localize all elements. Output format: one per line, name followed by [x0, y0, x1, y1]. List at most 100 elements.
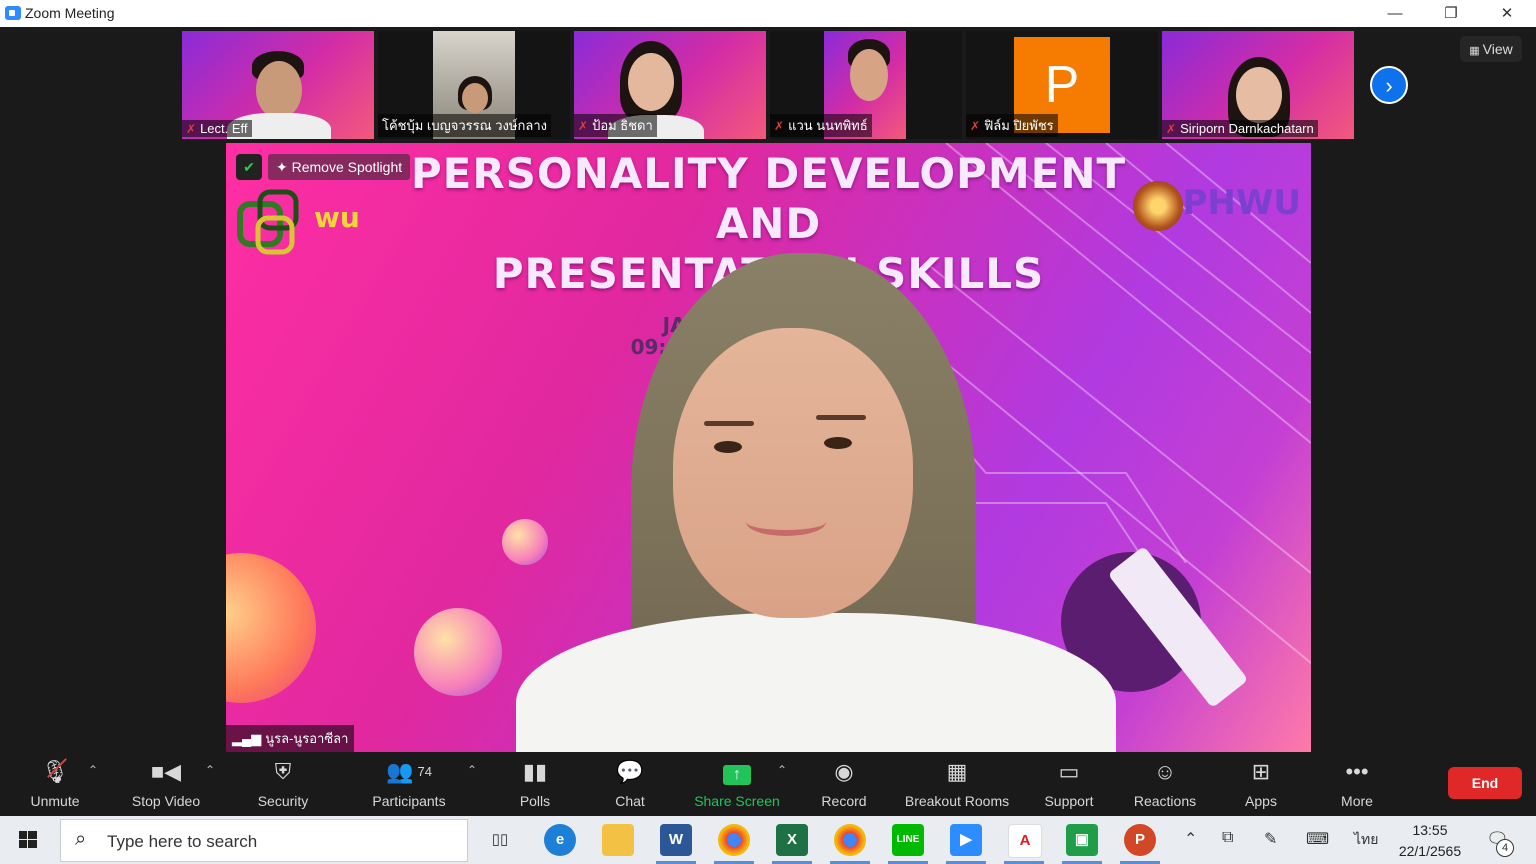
participant-name: โค้ชบุ้ม เบญจวรรณ วงษ์กลาง: [378, 114, 551, 137]
security-shield-icon: ⛨: [274, 759, 292, 784]
zoom-logo-icon: [5, 6, 21, 20]
sheets-icon[interactable]: ▣: [1066, 824, 1098, 856]
speaker-eye: [824, 437, 852, 449]
minimize-button[interactable]: —: [1367, 0, 1423, 27]
share-screen-arrow-icon: ↑: [690, 753, 784, 785]
security-label: Security: [257, 793, 309, 809]
view-button[interactable]: ▦ View: [1460, 36, 1522, 62]
participant-name-text: Siriporn Darnkachatarn: [1180, 121, 1314, 136]
participant-name: ✗ Lect. Eff: [182, 120, 252, 137]
security-button[interactable]: ⛨ Security: [248, 753, 318, 814]
file-explorer-icon[interactable]: [602, 824, 634, 856]
breakout-rooms-button[interactable]: ▦ Breakout Rooms: [900, 753, 1014, 814]
more-button[interactable]: ••• More: [1330, 753, 1384, 814]
participant-name-text: แวน นนทพิทธ์: [788, 118, 868, 133]
share-screen-button[interactable]: ↑ Share Screen: [690, 753, 784, 814]
taskbar-search-box[interactable]: ⌕ Type here to search: [60, 819, 468, 862]
speaker-brow: [816, 415, 866, 420]
participant-tile[interactable]: P ✗ ฟิล์ม ปิยพัชร: [966, 31, 1158, 139]
stop-video-button[interactable]: ■◀ Stop Video: [124, 753, 208, 814]
participants-icon: 👥 74: [386, 759, 432, 784]
apps-icon: ⊞: [1251, 759, 1271, 784]
powerpoint-icon[interactable]: P: [1124, 824, 1156, 856]
speaker-mouth: [746, 508, 826, 536]
participant-tile[interactable]: ✗ Siriporn Darnkachatarn: [1162, 31, 1354, 139]
chat-label: Chat: [615, 793, 645, 809]
close-button[interactable]: ✕: [1479, 0, 1535, 27]
chat-button[interactable]: 💬 Chat: [600, 753, 660, 814]
participant-tile[interactable]: ✗ ป้อม ธิชดา: [574, 31, 766, 139]
record-icon: ◉: [834, 759, 854, 784]
reactions-label: Reactions: [1133, 793, 1197, 809]
participant-name-text: โค้ชบุ้ม เบญจวรรณ วงษ์กลาง: [382, 118, 547, 133]
share-options-chevron-icon[interactable]: ⌃: [777, 763, 787, 777]
audio-options-chevron-icon[interactable]: ⌃: [88, 763, 98, 777]
end-meeting-button[interactable]: End: [1448, 767, 1522, 799]
apps-button[interactable]: ⊞ Apps: [1236, 753, 1286, 814]
speaker-brow: [704, 421, 754, 426]
windows-taskbar: ⌕ Type here to search ▯▯ e W X LINE ▶ A …: [0, 816, 1536, 864]
support-cast-icon: ▭: [1058, 759, 1080, 784]
participant-name-text: ป้อม ธิชดา: [592, 118, 653, 133]
clock-time: 13:55: [1412, 822, 1448, 838]
stop-video-label: Stop Video: [131, 793, 201, 809]
chrome-profile-icon[interactable]: [834, 824, 866, 856]
notification-center-icon[interactable]: 🗨 4: [1486, 829, 1514, 857]
line-app-icon[interactable]: LINE: [892, 824, 924, 856]
word-icon[interactable]: W: [660, 824, 692, 856]
video-options-chevron-icon[interactable]: ⌃: [205, 763, 215, 777]
wu-logo-text: wu: [314, 201, 360, 234]
polls-label: Polls: [519, 793, 551, 809]
muted-mic-icon: ✗: [774, 119, 785, 133]
next-page-button[interactable]: ›: [1370, 66, 1408, 104]
edge-browser-icon[interactable]: e: [544, 824, 576, 856]
decor-bubble: [414, 608, 502, 696]
excel-icon[interactable]: X: [776, 824, 808, 856]
speaker-name-label: ▂▄▆ นูรล-นูรอาซีลา: [226, 725, 355, 752]
muted-mic-icon: ✗: [186, 122, 197, 136]
apps-label: Apps: [1245, 793, 1277, 809]
task-view-icon[interactable]: ▯▯: [484, 824, 516, 856]
restore-button[interactable]: ❐: [1423, 0, 1479, 27]
support-button[interactable]: ▭ Support: [1036, 753, 1102, 814]
breakout-rooms-label: Breakout Rooms: [904, 793, 1010, 809]
show-hidden-icons-chevron-icon[interactable]: ⌃: [1184, 829, 1197, 849]
reactions-smiley-icon: ☺: [1153, 759, 1177, 784]
face: [1236, 67, 1282, 123]
more-label: More: [1341, 793, 1373, 809]
record-button[interactable]: ◉ Record: [814, 753, 874, 814]
participant-tile[interactable]: โค้ชบุ้ม เบญจวรรณ วงษ์กลาง: [378, 31, 570, 139]
reactions-button[interactable]: ☺ Reactions: [1128, 753, 1202, 814]
participant-tile[interactable]: ✗ แวน นนทพิทธ์: [770, 31, 962, 139]
polls-button[interactable]: ▮▮ Polls: [505, 753, 565, 814]
participant-count: 74: [417, 764, 432, 779]
windows-start-icon[interactable]: [8, 826, 48, 854]
remove-spotlight-button[interactable]: ✦ Remove Spotlight: [268, 154, 411, 180]
breakout-rooms-grid-icon: ▦: [946, 759, 968, 784]
participant-tile[interactable]: ✗ Lect. Eff: [182, 31, 374, 139]
view-label: View: [1482, 41, 1513, 57]
meet-now-icon[interactable]: ⧉: [1222, 829, 1233, 847]
pen-icon[interactable]: ✎: [1264, 829, 1277, 849]
acrobat-icon[interactable]: A: [1008, 824, 1042, 858]
participant-name: ✗ ป้อม ธิชดา: [574, 114, 657, 137]
participants-button[interactable]: 👥 74 Participants: [364, 753, 454, 814]
chrome-icon[interactable]: [718, 824, 750, 856]
unmute-button[interactable]: 🎙 Unmute: [20, 753, 90, 814]
face: [850, 49, 888, 101]
taskbar-clock[interactable]: 13:55 22/1/2565: [1390, 820, 1470, 862]
polls-bar-chart-icon: ▮▮: [522, 759, 548, 784]
encryption-shield-icon[interactable]: ✔: [236, 154, 262, 180]
unmute-label: Unmute: [30, 793, 80, 809]
pin-icon: ✦: [276, 159, 292, 175]
participants-label: Participants: [372, 793, 446, 809]
support-label: Support: [1044, 793, 1094, 809]
speaker-face: [673, 328, 913, 618]
touch-keyboard-icon[interactable]: ⌨: [1306, 829, 1329, 849]
participants-options-chevron-icon[interactable]: ⌃: [467, 763, 477, 777]
notification-count-badge: 4: [1496, 839, 1514, 857]
zoom-app-icon[interactable]: ▶: [950, 824, 982, 856]
spotlight-video[interactable]: PERSONALITY DEVELOPMENT AND PRESENTATION…: [226, 143, 1311, 752]
speaker-eye: [714, 441, 742, 453]
input-language-indicator[interactable]: ไทย: [1354, 829, 1378, 851]
